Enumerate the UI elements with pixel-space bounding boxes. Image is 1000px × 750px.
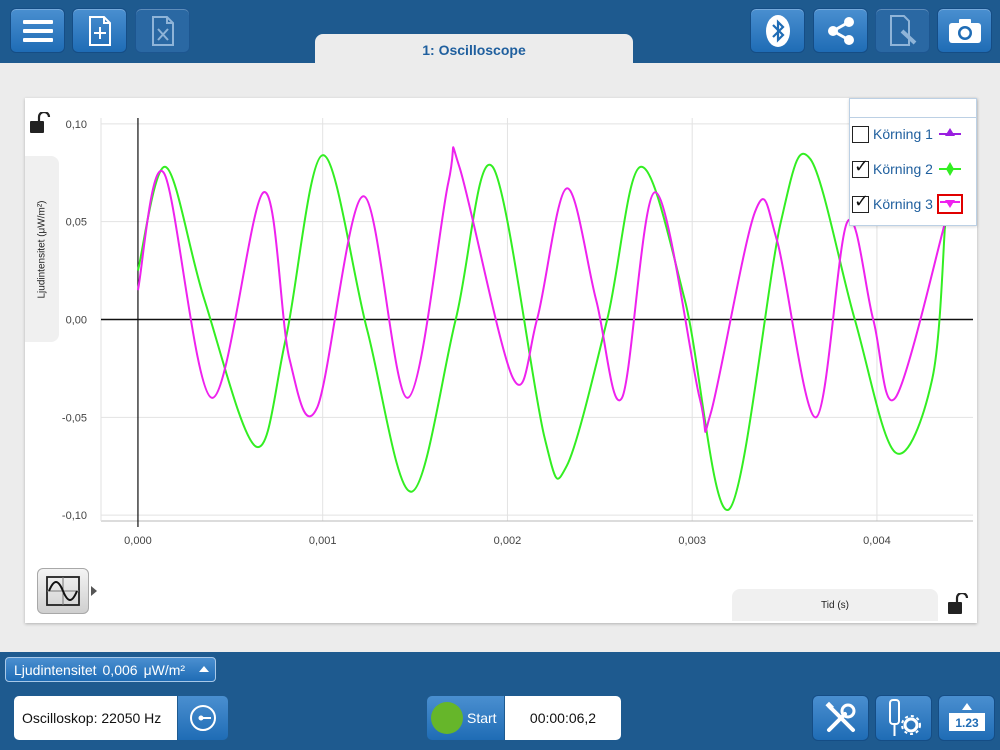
legend-item-korning-1[interactable]: Körning 1 (852, 121, 974, 147)
digital-display-text: 1.23 (955, 716, 979, 730)
marker-button[interactable] (937, 159, 963, 179)
sensor-settings-button[interactable] (875, 695, 932, 741)
bottom-toolbar: Oscilloskop: 22050 Hz Start 00:00:06,2 1… (0, 687, 1000, 750)
down-triangle-marker-icon (939, 200, 960, 208)
share-icon (827, 16, 854, 45)
camera-button[interactable] (937, 8, 992, 53)
sample-rate-text: Oscilloskop: 22050 Hz (22, 710, 162, 726)
menu-icon (22, 19, 53, 42)
share-button[interactable] (813, 8, 868, 53)
checkbox-korning-3[interactable]: ✓ (852, 192, 869, 213)
x-axis-label: Tid (s) (821, 599, 849, 611)
legend-label: Körning 3 (873, 196, 933, 212)
start-indicator-icon (431, 702, 463, 734)
waveform-graph-icon (46, 576, 80, 606)
x-tick-label: 0,002 (494, 535, 522, 547)
bluetooth-button[interactable] (750, 8, 805, 53)
sensor-value: 0,006 (102, 661, 138, 678)
elapsed-time: 00:00:06,2 (529, 710, 597, 726)
x-axis-lock[interactable] (947, 591, 969, 615)
tab-label: 1: Oscilloscope (422, 41, 526, 58)
legend-label: Körning 2 (873, 161, 933, 177)
tools-icon (824, 701, 855, 732)
y-axis-lock[interactable] (29, 110, 51, 134)
digital-display-button[interactable]: 1.23 (938, 695, 995, 741)
edit-document-icon (889, 14, 916, 46)
legend: Körning 1 ✓ Körning 2 ✓ Körning 3 (849, 98, 977, 226)
marker-button[interactable] (937, 124, 963, 144)
bluetooth-icon (765, 14, 790, 47)
y-tick-label: 0,00 (66, 315, 87, 327)
new-file-icon (88, 15, 111, 46)
sensor-settings-icon (888, 699, 921, 736)
y-tick-label: 0,05 (66, 217, 87, 229)
annotate-button[interactable] (875, 8, 930, 53)
y-tick-label: -0,05 (62, 412, 87, 424)
x-tick-label: 0,000 (124, 535, 152, 547)
sensor-name: Ljudintensitet (14, 661, 97, 678)
camera-icon (948, 18, 981, 43)
series-line-korning-2 (136, 152, 947, 511)
legend-item-korning-2[interactable]: ✓ Körning 2 (852, 156, 974, 182)
y-axis-label-button[interactable]: Ljudintensitet (μW/m²) (25, 156, 59, 342)
graph-panel: 0,000 0,001 0,002 0,003 0,004 0,10 0,05 0,00 -0,… (25, 98, 977, 623)
sensor-unit: μW/m² (143, 661, 186, 678)
top-toolbar: 1: Oscilloscope (0, 0, 1000, 65)
sensor-selector[interactable]: Ljudintensitet 0,006 μW/m² (5, 657, 217, 682)
graph-type-expand-arrow (91, 586, 97, 596)
legend-label: Körning 1 (873, 126, 933, 142)
sampling-mode-button[interactable] (178, 696, 228, 740)
x-axis-label-button[interactable]: Tid (s) (732, 589, 938, 621)
new-file-button[interactable] (72, 8, 127, 53)
chevron-up-icon (199, 666, 210, 672)
x-tick-label: 0,003 (678, 535, 706, 547)
up-triangle-marker-icon (938, 128, 961, 136)
app: 1: Oscilloscope 0,000 0,001 0,002 0,003 0,00… (0, 0, 1000, 750)
x-tick-label: 0,004 (863, 535, 891, 547)
sample-rate-display[interactable]: Oscilloskop: 22050 Hz (14, 696, 177, 740)
diamond-marker-icon (938, 162, 961, 176)
start-button[interactable]: Start (427, 696, 504, 740)
legend-item-korning-3[interactable]: ✓ Körning 3 (852, 191, 974, 217)
checkbox-korning-1[interactable] (852, 125, 869, 143)
close-file-icon (151, 15, 174, 46)
y-tick-label: -0,10 (62, 510, 87, 522)
close-file-button[interactable] (135, 8, 190, 53)
elapsed-time-display: 00:00:06,2 (505, 696, 621, 740)
legend-header (850, 99, 976, 118)
oscilloscope-chart[interactable]: 0,000 0,001 0,002 0,003 0,004 0,10 0,05 0,00 -0,… (25, 98, 977, 623)
y-tick-label: 0,10 (66, 119, 87, 131)
marker-button-selected[interactable] (936, 194, 963, 214)
checkbox-korning-2[interactable]: ✓ (852, 157, 869, 178)
sensor-bar: Ljudintensitet 0,006 μW/m² (0, 652, 1000, 687)
start-label: Start (467, 710, 497, 726)
menu-button[interactable] (10, 8, 65, 53)
tab-oscilloscope[interactable]: 1: Oscilloscope (315, 34, 633, 65)
graph-type-button[interactable] (37, 568, 89, 614)
tools-button[interactable] (812, 695, 869, 741)
unlocked-padlock-icon (30, 110, 51, 133)
series-line-korning-3 (136, 146, 947, 433)
y-axis-label: Ljudintensitet (μW/m²) (36, 199, 48, 299)
unlocked-padlock-icon (948, 591, 969, 614)
digital-display-icon: 1.23 (948, 703, 985, 731)
x-tick-label: 0,001 (309, 535, 337, 547)
sampling-dial-icon (190, 705, 216, 731)
